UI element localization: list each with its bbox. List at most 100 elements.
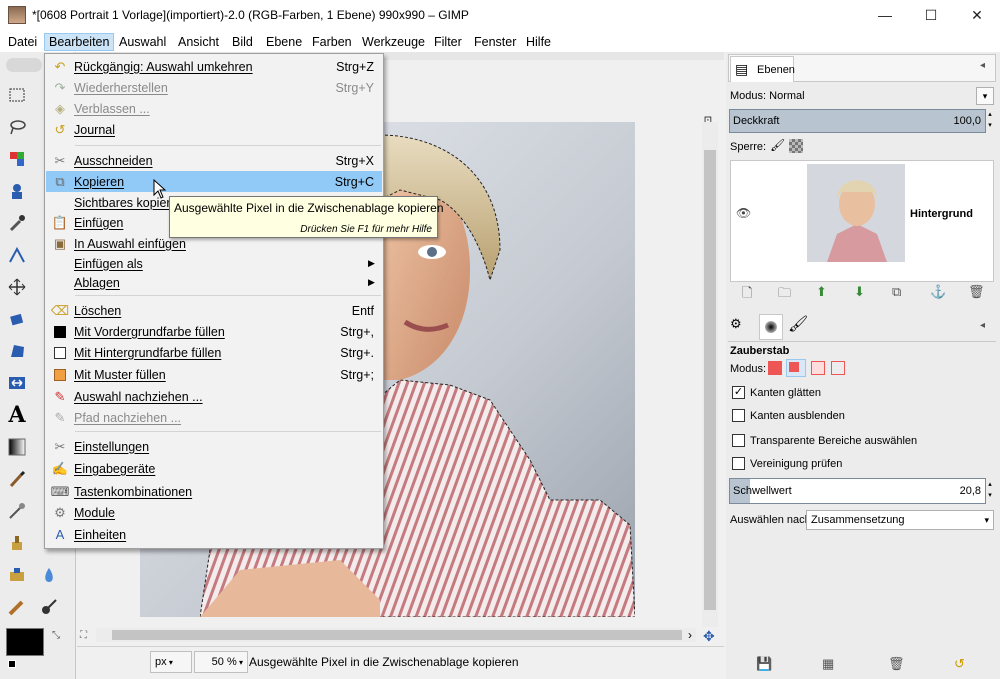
delete-options-icon[interactable]: 🗑 [888, 656, 905, 672]
menu-item-cut[interactable]: ✂ Ausschneiden Strg+X [46, 150, 382, 171]
menu-ebene[interactable]: Ebene [262, 33, 306, 51]
blur-icon[interactable] [38, 564, 60, 586]
minimize-button[interactable]: — [862, 0, 908, 30]
menu-bearbeiten[interactable]: Bearbeiten [44, 33, 115, 51]
lasso-icon[interactable] [6, 116, 28, 138]
foreground-select-icon[interactable] [6, 180, 28, 202]
antialias-checkbox[interactable]: ✓ [732, 386, 745, 399]
close-button[interactable]: ✕ [954, 0, 1000, 30]
opacity-spinner[interactable]: ▴ ▾ [986, 109, 994, 133]
menu-item-stroke-selection[interactable]: ✎ Auswahl nachziehen ... [46, 386, 382, 407]
layer-row[interactable]: 👁 Hintergrund [731, 164, 993, 262]
flip-icon[interactable] [6, 372, 28, 394]
menu-item-modules[interactable]: ⚙ Module [46, 502, 382, 523]
select-transparent-checkbox[interactable] [732, 434, 745, 447]
menu-item-preferences[interactable]: ✂ Einstellungen [46, 436, 382, 457]
menu-item-journal[interactable]: ↺ Journal [46, 119, 382, 140]
tab-layers[interactable]: ▤ Ebenen [730, 56, 795, 82]
menu-bild[interactable]: Bild [228, 33, 257, 51]
menu-item-fade[interactable]: ◈ Verblassen ... [46, 98, 382, 119]
restore-options-icon[interactable]: ▦ [822, 656, 834, 672]
lock-alpha-icon[interactable] [789, 139, 803, 153]
new-layer-group-icon[interactable]: 🗀 [778, 284, 791, 306]
menu-item-fill-fg[interactable]: Mit Vordergrundfarbe füllen Strg+, [46, 321, 382, 342]
foreground-color-swatch[interactable] [6, 628, 44, 656]
pattern-fill-icon [46, 368, 74, 381]
dodge-burn-icon[interactable] [38, 596, 60, 618]
menu-item-keyboard-shortcuts[interactable]: ⌨ Tastenkombinationen [46, 481, 382, 502]
lock-pixels-icon[interactable]: 🖌 [770, 138, 785, 152]
maximize-button[interactable]: ☐ [908, 0, 954, 30]
unit-select[interactable]: px ▾ [150, 651, 192, 673]
visibility-eye-icon[interactable]: 👁 [736, 206, 751, 220]
mode-subtract-icon[interactable] [811, 361, 825, 375]
anchor-layer-icon[interactable]: ⚓ [930, 284, 946, 300]
raise-layer-icon[interactable]: ⬆ [816, 284, 827, 300]
airbrush-icon[interactable] [6, 500, 28, 522]
save-options-icon[interactable]: 💾 [756, 656, 772, 672]
zoom-select[interactable]: 50 % ▾ [194, 651, 248, 673]
lower-layer-icon[interactable]: ⬇ [854, 284, 865, 300]
horizontal-scrollbar-thumb[interactable] [112, 630, 682, 640]
brushes-tab-icon[interactable] [759, 314, 783, 340]
threshold-slider[interactable]: Schwellwert 20,8 [729, 478, 986, 504]
heal-icon[interactable] [6, 564, 28, 586]
menu-item-copy[interactable]: ⧉ Kopieren Strg+C [46, 171, 382, 192]
rotate-icon[interactable] [6, 308, 28, 330]
perspective-icon[interactable] [6, 340, 28, 362]
paint-dynamics-tab-icon[interactable]: 🖌 [788, 314, 808, 334]
menu-fenster[interactable]: Fenster [470, 33, 520, 51]
menu-item-buffers[interactable]: Ablagen ▶ [46, 272, 382, 293]
menu-werkzeuge[interactable]: Werkzeuge [358, 33, 429, 51]
color-picker-icon[interactable] [6, 212, 28, 234]
panel-menu-icon[interactable]: ◂ [980, 60, 985, 71]
menu-item-fill-bg[interactable]: Mit Hintergrundfarbe füllen Strg+. [46, 342, 382, 363]
feather-checkbox[interactable] [732, 409, 745, 422]
tool-options-tab-icon[interactable]: ⚙ [730, 316, 742, 332]
menu-item-stroke-path[interactable]: ✎ Pfad nachziehen ... [46, 407, 382, 428]
sample-merged-checkbox[interactable] [732, 457, 745, 470]
mode-dropdown-icon[interactable]: ▾ [976, 87, 994, 105]
select-by-dropdown[interactable]: Zusammensetzung ▾ [806, 510, 994, 530]
tool-options-menu-icon[interactable]: ◂ [980, 320, 985, 331]
menu-datei[interactable]: Datei [4, 33, 41, 51]
quickmask-icon[interactable]: ⛶ [80, 630, 87, 641]
menu-auswahl[interactable]: Auswahl [115, 33, 170, 51]
mode-add-icon[interactable] [786, 359, 806, 377]
menu-item-fill-pattern[interactable]: Mit Muster füllen Strg+; [46, 364, 382, 385]
menu-ansicht[interactable]: Ansicht [174, 33, 223, 51]
menu-item-undo[interactable]: ↶ Rückgängig: Auswahl umkehren Strg+Z [46, 56, 382, 77]
menu-hilfe[interactable]: Hilfe [522, 33, 555, 51]
mode-intersect-icon[interactable] [831, 361, 845, 375]
reset-options-icon[interactable]: ↺ [954, 656, 965, 672]
menu-item-redo[interactable]: ↷ Wiederherstellen Strg+Y [46, 77, 382, 98]
duplicate-layer-icon[interactable]: ⧉ [892, 284, 901, 300]
fuzzy-select-icon[interactable] [6, 148, 28, 170]
default-colors-icon[interactable] [8, 660, 16, 668]
smudge-icon[interactable] [6, 596, 28, 618]
threshold-spinner[interactable]: ▴ ▾ [986, 479, 994, 503]
layer-mode-select[interactable]: Modus: Normal [730, 86, 994, 106]
scroll-right-icon[interactable]: › [688, 628, 692, 642]
menu-filter[interactable]: Filter [430, 33, 466, 51]
new-layer-icon[interactable]: 🗋 [742, 284, 752, 306]
navigate-icon[interactable]: ✥ [703, 628, 715, 645]
clone-icon[interactable] [6, 532, 28, 554]
swap-colors-icon[interactable]: ⤡ [52, 630, 60, 641]
menu-item-clear[interactable]: ⌫ Löschen Entf [46, 300, 382, 321]
paintbrush-icon[interactable] [6, 468, 28, 490]
move-icon[interactable] [6, 276, 28, 298]
delete-layer-icon[interactable]: 🗑 [968, 284, 985, 300]
rect-select-icon[interactable] [6, 84, 28, 106]
menu-item-units[interactable]: A Einheiten [46, 524, 382, 545]
menu-item-paste-as[interactable]: Einfügen als ▶ [46, 253, 382, 274]
text-tool-icon[interactable]: A [6, 402, 28, 428]
opacity-slider[interactable]: Deckkraft 100,0 [729, 109, 986, 133]
menu-item-shortcut: Strg+. [340, 345, 374, 360]
menu-item-input-devices[interactable]: ✍ Eingabegeräte [46, 458, 382, 479]
gradient-icon[interactable] [6, 436, 28, 458]
measure-icon[interactable] [6, 244, 28, 266]
menu-farben[interactable]: Farben [308, 33, 356, 51]
vertical-scrollbar-thumb[interactable] [704, 150, 716, 610]
mode-replace-icon[interactable] [768, 361, 782, 375]
